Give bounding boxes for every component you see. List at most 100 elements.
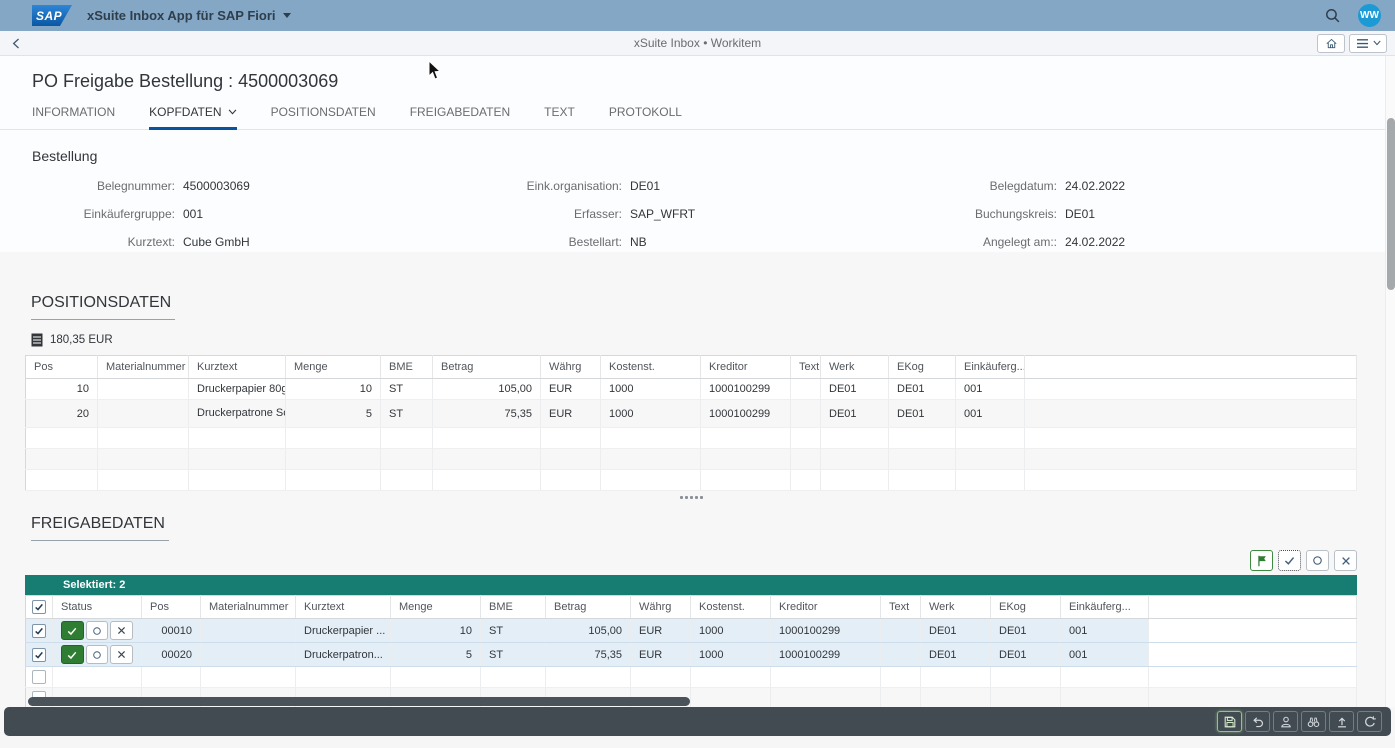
col-materialnummer: Materialnummer	[98, 356, 189, 379]
upload-icon	[1335, 715, 1349, 729]
app-title-menu[interactable]: xSuite Inbox App für SAP Fiori	[87, 8, 291, 23]
col-betrag: Betrag	[546, 596, 631, 619]
refresh-button[interactable]	[1357, 711, 1382, 732]
tab-freigabedaten[interactable]: FREIGABEDATEN	[410, 105, 510, 130]
col-waehrg: Währg	[541, 356, 601, 379]
back-button[interactable]	[0, 37, 33, 50]
undo-icon	[1251, 715, 1265, 729]
col-kostenst: Kostenst.	[691, 596, 771, 619]
table-row[interactable]: 00010 Druckerpapier ...10 ST105,00 EUR10…	[26, 619, 1357, 643]
flag-button[interactable]	[1250, 550, 1273, 571]
row-checkbox[interactable]	[32, 648, 46, 662]
einkaeufergruppe-value: 001	[183, 207, 203, 221]
tab-information[interactable]: INFORMATION	[32, 105, 115, 130]
upload-button[interactable]	[1329, 711, 1354, 732]
positionsdaten-heading: POSITIONSDATEN	[31, 294, 175, 320]
table-resize-grip[interactable]	[25, 491, 1357, 504]
workitem-title: xSuite Inbox • Workitem	[0, 36, 1395, 50]
status-approve-button[interactable]	[61, 645, 84, 664]
field-label: Bestellart:	[487, 235, 622, 249]
tabstrip: INFORMATION KOPFDATEN POSITIONSDATEN FRE…	[0, 92, 1395, 130]
col-status: Status	[53, 596, 142, 619]
col-werk: Werk	[921, 596, 991, 619]
col-einkaeuferg: Einkäuferg...	[956, 356, 1025, 379]
col-waehrg: Währg	[631, 596, 691, 619]
menu-button[interactable]	[1349, 34, 1387, 53]
field-label: Belegnummer:	[32, 179, 175, 193]
col-ekog: EKog	[991, 596, 1061, 619]
tab-protokoll[interactable]: PROTOKOLL	[609, 105, 682, 130]
app-title-dropdown-icon	[283, 13, 291, 18]
status-reject-button[interactable]	[110, 645, 133, 664]
save-button[interactable]	[1217, 711, 1242, 732]
status-reset-button[interactable]	[86, 621, 109, 640]
selected-count: Selektiert: 2	[63, 579, 125, 591]
reset-button[interactable]	[1306, 550, 1329, 571]
check-icon	[66, 625, 78, 637]
reject-button[interactable]	[1334, 550, 1357, 571]
user-button[interactable]	[1273, 711, 1298, 732]
circle-icon	[1311, 554, 1324, 567]
row-checkbox[interactable]	[32, 624, 46, 638]
col-betrag: Betrag	[433, 356, 541, 379]
table-row[interactable]: 20 Druckerpatrone Schwarz5 ST75,35 EUR10…	[26, 400, 1357, 428]
empty-row	[26, 667, 1357, 688]
sap-logo-text: SAP	[32, 9, 62, 23]
table-row[interactable]: 10 Druckerpapier 80g10 ST105,00 EUR1000 …	[26, 379, 1357, 400]
table-row[interactable]: 00020 Druckerpatron...5 ST75,35 EUR1000 …	[26, 643, 1357, 667]
select-all-checkbox[interactable]	[32, 600, 46, 614]
x-icon	[1340, 555, 1352, 567]
search-icon[interactable]	[1324, 7, 1341, 24]
vertical-scrollbar-thumb[interactable]	[1387, 118, 1395, 290]
selection-toolbar: Selektiert: 2	[25, 575, 1357, 595]
chevron-down-icon	[1373, 40, 1381, 46]
belegdatum-value: 24.02.2022	[1065, 179, 1125, 193]
approve-button[interactable]	[1278, 550, 1301, 571]
undo-button[interactable]	[1245, 711, 1270, 732]
empty-row	[26, 449, 1357, 470]
field-label: Buchungskreis:	[967, 207, 1057, 221]
circle-icon	[91, 625, 103, 637]
screen: SAP xSuite Inbox App für SAP Fiori WW xS…	[0, 0, 1395, 748]
check-icon	[34, 602, 44, 612]
home-icon	[1325, 37, 1338, 50]
horizontal-scrollbar-thumb[interactable]	[28, 697, 690, 706]
freigabedaten-table: Status Pos Materialnummer Kurztext Menge…	[25, 595, 1357, 707]
x-icon	[116, 625, 127, 636]
buchungskreis-value: DE01	[1065, 207, 1095, 221]
col-menge: Menge	[391, 596, 481, 619]
check-icon	[34, 626, 44, 636]
freigabedaten-table-wrap: Status Pos Materialnummer Kurztext Menge…	[25, 595, 1357, 707]
bestellart-value: NB	[630, 235, 647, 249]
vertical-scrollbar	[1385, 56, 1395, 707]
field-label: Kurztext:	[32, 235, 175, 249]
row-checkbox[interactable]	[32, 670, 46, 684]
binoculars-icon	[1306, 715, 1321, 729]
navigation-bar: xSuite Inbox • Workitem	[0, 31, 1395, 56]
footer-toolbar	[4, 707, 1391, 736]
status-approve-button[interactable]	[61, 621, 84, 640]
home-button[interactable]	[1317, 34, 1345, 53]
tab-text[interactable]: TEXT	[544, 105, 575, 130]
col-kurztext: Kurztext	[189, 356, 286, 379]
find-button[interactable]	[1301, 711, 1326, 732]
tab-kopfdaten[interactable]: KOPFDATEN	[149, 105, 236, 130]
status-reject-button[interactable]	[110, 621, 133, 640]
status-reset-button[interactable]	[86, 645, 109, 664]
col-text: Text	[791, 356, 821, 379]
page-body: PO Freigabe Bestellung : 4500003069 INFO…	[0, 56, 1395, 707]
chevron-down-icon	[228, 109, 237, 115]
col-ekog: EKog	[889, 356, 956, 379]
freigabedaten-heading: FREIGABEDATEN	[31, 515, 169, 541]
col-pos: Pos	[26, 356, 98, 379]
flag-icon	[1255, 554, 1269, 568]
col-werk: Werk	[821, 356, 889, 379]
table-header-row: Status Pos Materialnummer Kurztext Menge…	[26, 596, 1357, 619]
user-avatar[interactable]: WW	[1358, 4, 1381, 27]
tab-positionsdaten[interactable]: POSITIONSDATEN	[271, 105, 376, 130]
sap-logo[interactable]: SAP	[32, 5, 72, 26]
circle-icon	[91, 649, 103, 661]
field-label: Belegdatum:	[967, 179, 1057, 193]
refresh-icon	[1363, 715, 1377, 729]
page-title: PO Freigabe Bestellung : 4500003069	[0, 56, 1395, 92]
